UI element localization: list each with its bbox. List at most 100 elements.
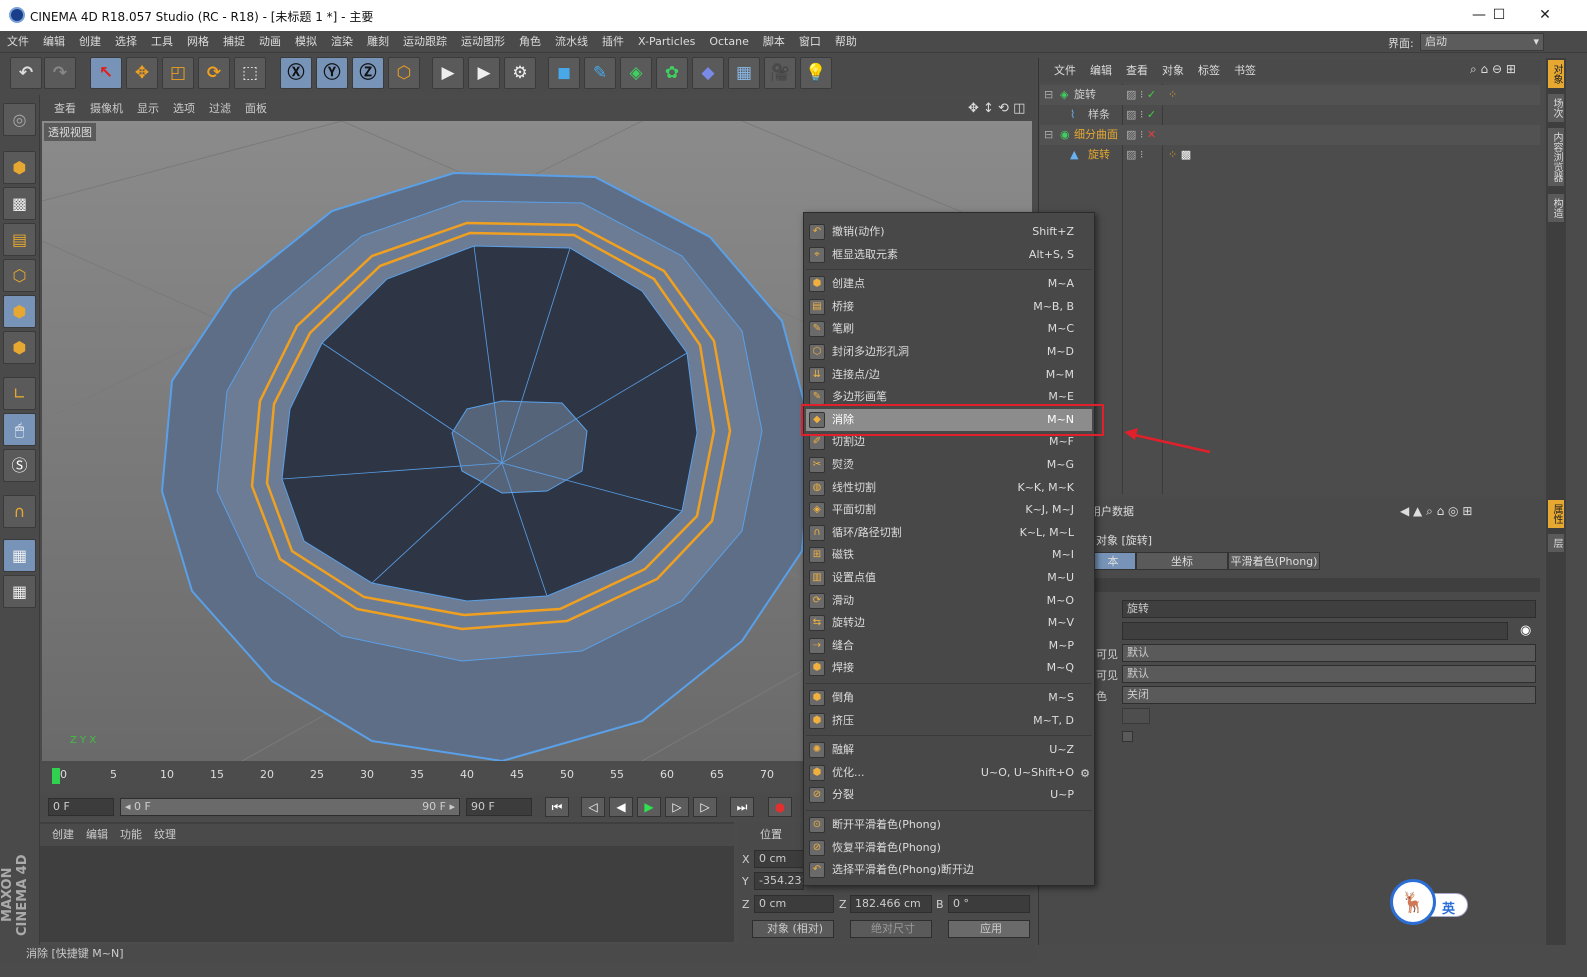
attribute-menu-item[interactable]: 用户数据 — [1090, 505, 1134, 518]
next-frame-icon[interactable]: ▷ — [665, 797, 689, 817]
tab-content-browser[interactable]: 内容浏览器 — [1548, 128, 1564, 186]
context-menu-item[interactable]: ✺ 融解 U~Z — [806, 739, 1092, 761]
size-mode-select[interactable]: 绝对尺寸 — [850, 920, 932, 938]
menu-item[interactable]: 脚本 — [756, 31, 792, 53]
cube-icon[interactable]: ◼ — [548, 57, 580, 89]
menu-item[interactable]: 插件 — [595, 31, 631, 53]
material-menu-item[interactable]: 纹理 — [154, 828, 176, 841]
snap-icon[interactable]: Ⓢ — [3, 449, 36, 482]
position-x-field[interactable]: 0 cm — [754, 850, 804, 868]
context-menu-item[interactable]: ⬢ 焊接 M~Q — [806, 657, 1092, 679]
recent-tool-icon[interactable]: ⬚ — [234, 57, 266, 89]
goto-start-icon[interactable]: ⏮ — [545, 797, 569, 817]
name-field[interactable]: 旋转 — [1122, 600, 1536, 618]
render-picture-viewer-icon[interactable]: ▶ — [468, 57, 500, 89]
context-menu-item[interactable]: ↶ 选择平滑着色(Phong)断开边 — [806, 859, 1092, 881]
redo-icon[interactable]: ↷ — [44, 57, 76, 89]
context-menu-item[interactable]: ⬢ 创建点 M~A — [806, 273, 1092, 295]
play-icon[interactable]: ▶ — [637, 797, 661, 817]
expand-icon[interactable]: ⊟ — [1044, 85, 1053, 105]
goto-end-icon[interactable]: ⏭ — [730, 797, 754, 817]
context-menu-item[interactable]: ◍ 线性切割 K~K, M~K — [806, 477, 1092, 499]
object-menu-item[interactable]: 编辑 — [1090, 64, 1112, 77]
menu-item[interactable]: 雕刻 — [360, 31, 396, 53]
context-menu-item[interactable]: ↶ 撤销(动作) Shift+Z — [806, 221, 1092, 243]
viewport-nav-icons[interactable]: ✥ ↕ ⟲ ◫ — [968, 101, 1025, 116]
object-menu-item[interactable]: 文件 — [1054, 64, 1076, 77]
tweak-mode-icon[interactable]: 🖱 — [3, 413, 36, 446]
context-menu-item[interactable]: ✂ 熨烫 M~G — [806, 454, 1092, 476]
context-menu-item[interactable]: ⊘ 恢复平滑着色(Phong) — [806, 837, 1092, 859]
color-swatch[interactable] — [1122, 708, 1150, 724]
menu-item[interactable]: 选择 — [108, 31, 144, 53]
polygons-mode-icon[interactable]: ⬢ — [3, 331, 36, 364]
material-menu-item[interactable]: 创建 — [52, 828, 74, 841]
menu-item[interactable]: 文件 — [0, 31, 36, 53]
maximize-button[interactable]: ☐ — [1476, 0, 1522, 31]
context-menu-item[interactable]: ⇊ 连接点/边 M~M — [806, 364, 1092, 386]
viewport-menu-item[interactable]: 面板 — [245, 102, 267, 115]
phong-tag-icon[interactable]: ⁘ — [1168, 85, 1177, 105]
visibility-toggle-icon[interactable]: ▨ ⁝ ✓ — [1126, 85, 1156, 105]
tab-structure[interactable]: 构造 — [1548, 194, 1564, 222]
object-row[interactable]: ⊟ ◈ 旋转 ▨ ⁝ ✓ ⁘ — [1040, 85, 1540, 105]
attribute-nav-icons[interactable]: ◀ ▲ ⌕ ⌂ ◎ ⊞ — [1400, 504, 1472, 519]
attribute-tab[interactable]: 坐标 — [1136, 552, 1228, 570]
tab-attributes[interactable]: 属性 — [1548, 500, 1564, 528]
layer-field[interactable] — [1122, 622, 1508, 640]
menu-item[interactable]: 运动图形 — [454, 31, 512, 53]
model-mode-icon[interactable]: ⬢ — [3, 151, 36, 184]
menu-item[interactable]: 网格 — [180, 31, 216, 53]
tab-layers[interactable]: 层 — [1548, 534, 1564, 552]
object-row[interactable]: ⌇ 样条 ▨ ⁝ ✓ — [1040, 105, 1540, 125]
phong-tag-icon[interactable]: ⁘ ▩ — [1168, 145, 1191, 165]
menu-item[interactable]: Octane — [702, 31, 756, 53]
x-axis-lock-icon[interactable]: Ⓧ — [280, 57, 312, 89]
context-menu-item[interactable]: ⊘ 分裂 U~P — [806, 784, 1092, 806]
playhead[interactable] — [52, 768, 60, 784]
display-color-select[interactable]: 关闭 — [1122, 686, 1536, 704]
menu-item[interactable]: 捕捉 — [216, 31, 252, 53]
timeline-ruler[interactable]: 0 5 10 15 20 25 30 35 40 45 50 55 60 65 70 — [40, 764, 806, 792]
material-menu-item[interactable]: 功能 — [120, 828, 142, 841]
menu-item[interactable]: 流水线 — [548, 31, 595, 53]
context-menu-item[interactable]: ∩ 循环/路径切割 K~L, M~L — [806, 522, 1092, 544]
menu-item[interactable]: 运动跟踪 — [396, 31, 454, 53]
rotation-b-field[interactable]: 0 ° — [948, 895, 1030, 913]
record-icon[interactable]: ● — [768, 797, 792, 817]
material-menu-item[interactable]: 编辑 — [86, 828, 108, 841]
prev-key-icon[interactable]: ◁ — [581, 797, 605, 817]
context-menu-item[interactable]: ⇢ 缝合 M~P — [806, 635, 1092, 657]
tab-objects[interactable]: 对象 — [1548, 60, 1564, 88]
object-menu-item[interactable]: 标签 — [1198, 64, 1220, 77]
render-visible-select[interactable]: 默认 — [1122, 665, 1536, 683]
menu-item[interactable]: 创建 — [72, 31, 108, 53]
viewport-menu-item[interactable]: 查看 — [54, 102, 76, 115]
viewport-menu-item[interactable]: 选项 — [173, 102, 195, 115]
context-menu-item[interactable]: ⬡ 封闭多边形孔洞 M~D — [806, 341, 1092, 363]
context-menu-item[interactable]: ⊞ 磁铁 M~I — [806, 544, 1092, 566]
next-key-icon[interactable]: ▷ — [693, 797, 717, 817]
menu-item[interactable]: 模拟 — [288, 31, 324, 53]
scale-icon[interactable]: ◰ — [162, 57, 194, 89]
frame-range-slider[interactable]: ◂ 0 F 90 F ▸ — [120, 798, 460, 816]
visibility-toggle-icon[interactable]: ▨ ⁝ — [1126, 145, 1143, 165]
context-menu-item[interactable]: ⬢ 倒角 M~S — [806, 687, 1092, 709]
gear-icon[interactable]: ⚙ — [1080, 767, 1090, 780]
object-row[interactable]: ▲ 旋转 ▨ ⁝ ⁘ ▩ — [1040, 145, 1540, 165]
coordinate-system-icon[interactable]: ⬡ — [388, 57, 420, 89]
edges-mode-icon[interactable]: ⬢ — [3, 295, 36, 328]
magnet-icon[interactable]: ∩ — [3, 495, 36, 528]
context-menu-item[interactable]: ▤ 桥接 M~B, B — [806, 296, 1092, 318]
points-mode-icon[interactable]: ⬡ — [3, 259, 36, 292]
object-manager-tools-icons[interactable]: ⌕ ⌂ ⊖ ⊞ — [1470, 62, 1516, 77]
deformer-icon[interactable]: ◆ — [692, 57, 724, 89]
texture-mode-icon[interactable]: ▩ — [3, 187, 36, 220]
visibility-toggle-icon[interactable]: ▨ ⁝ ✕ — [1126, 125, 1156, 145]
floor-icon[interactable]: ▦ — [728, 57, 760, 89]
menu-item[interactable]: 帮助 — [828, 31, 864, 53]
menu-item[interactable]: X-Particles — [631, 31, 702, 53]
object-menu-item[interactable]: 对象 — [1162, 64, 1184, 77]
viewport-menu-item[interactable]: 摄像机 — [90, 102, 123, 115]
make-editable-icon[interactable]: ◎ — [3, 103, 36, 136]
